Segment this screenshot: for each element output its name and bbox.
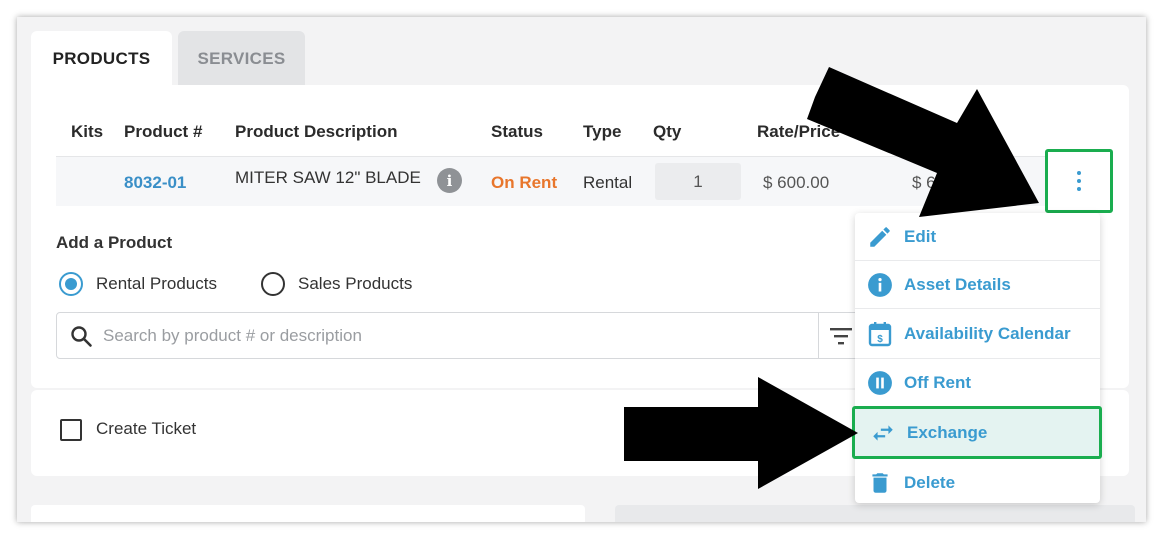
kebab-icon — [1077, 171, 1081, 191]
menu-item-delete[interactable]: Delete — [855, 459, 1100, 507]
svg-text:$: $ — [877, 334, 883, 345]
menu-item-exchange[interactable]: Exchange — [852, 406, 1102, 459]
product-description: MITER SAW 12" BLADE — [235, 168, 421, 187]
product-type: Rental — [583, 173, 633, 192]
product-number-link[interactable]: 8032-01 — [124, 173, 186, 193]
exchange-arrows-icon — [873, 424, 893, 441]
radio-sales-label: Sales Products — [298, 274, 413, 293]
filter-icon[interactable] — [829, 325, 853, 347]
tab-products[interactable]: PRODUCTS — [31, 31, 172, 87]
radio-sales-products[interactable] — [261, 272, 285, 296]
menu-item-availability-calendar[interactable]: $ Availability Calendar — [855, 309, 1100, 359]
row-actions-menu: Edit Asset Details $ Availability Calend… — [852, 213, 1102, 503]
pause-icon — [868, 370, 892, 395]
menu-item-label: Asset Details — [904, 274, 1011, 294]
product-search — [56, 312, 901, 359]
radio-rental-products[interactable] — [59, 272, 83, 296]
header-type: Type — [583, 122, 622, 141]
menu-item-edit[interactable]: Edit — [855, 213, 1100, 261]
menu-item-asset-details[interactable]: Asset Details — [855, 261, 1100, 309]
header-qty: Qty — [653, 122, 682, 141]
info-icon — [868, 272, 892, 297]
search-input[interactable] — [103, 313, 803, 358]
radio-rental-label: Rental Products — [96, 274, 217, 293]
rate-price: $ 600.00 — [763, 173, 830, 192]
menu-item-label: Delete — [904, 473, 956, 492]
header-product-number: Product # — [124, 122, 203, 141]
status-badge: On Rent — [491, 173, 558, 192]
info-icon[interactable]: i — [437, 168, 462, 193]
add-product-label: Add a Product — [56, 233, 173, 252]
trash-icon — [872, 473, 888, 493]
row-actions-button[interactable] — [1045, 149, 1113, 213]
pencil-icon — [870, 226, 890, 247]
create-ticket-checkbox[interactable] — [60, 419, 82, 441]
bottom-card-left — [31, 505, 585, 522]
total-price: $ 60 — [912, 173, 946, 192]
menu-item-label: Off Rent — [904, 372, 972, 392]
search-icon — [71, 326, 92, 347]
menu-item-off-rent[interactable]: Off Rent — [855, 359, 1100, 407]
calendar-dollar-icon: $ — [868, 321, 892, 346]
filter-divider — [818, 313, 819, 358]
tab-services[interactable]: SERVICES — [178, 31, 305, 87]
app-frame: PRODUCTS SERVICES Kits Product # Product… — [17, 17, 1146, 522]
quantity-field[interactable]: 1 — [655, 163, 741, 200]
header-rate-price: Rate/Price — [757, 122, 841, 141]
bottom-card-right — [615, 505, 1135, 522]
menu-item-label: Availability Calendar — [904, 323, 1071, 343]
menu-item-label: Exchange — [907, 422, 988, 442]
menu-item-label: Edit — [904, 226, 937, 246]
header-status: Status — [491, 122, 543, 141]
header-product-description: Product Description — [235, 122, 398, 141]
header-kits: Kits — [71, 122, 104, 141]
create-ticket-label: Create Ticket — [96, 419, 197, 438]
